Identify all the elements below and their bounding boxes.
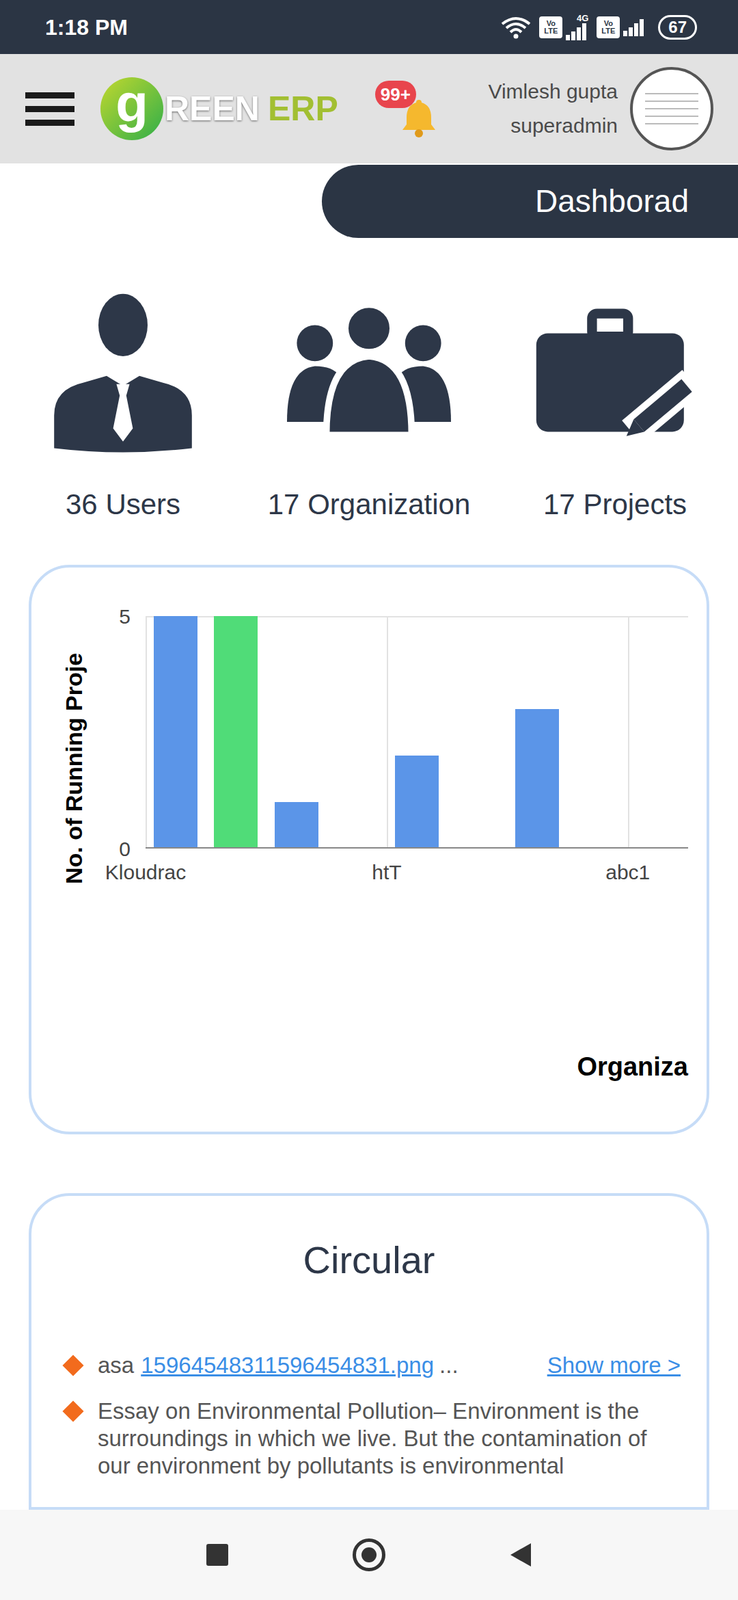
chart-bar[interactable] [515, 708, 559, 849]
circle-icon [361, 1546, 377, 1562]
user-icon [41, 290, 205, 455]
logo-text: REEN [164, 83, 260, 135]
chart-slot [326, 615, 387, 849]
chart-plot: 50 [145, 615, 689, 849]
volte-top: Vo [604, 19, 613, 28]
group-icon [287, 290, 451, 455]
circular-item: asa15964548311596454831.png... Show more … [65, 1350, 681, 1379]
stat-item[interactable]: 17Organization [246, 290, 492, 522]
circular-list: asa15964548311596454831.png... Show more … [31, 1350, 707, 1479]
user-name: Vimlesh gupta [487, 74, 618, 109]
sim-indicator: VoLTE [596, 16, 646, 39]
chart-slot [265, 615, 326, 849]
chart-card: No. of Running Proje50KloudrachtTabc1Org… [28, 564, 710, 1134]
signal-group: 4G [565, 13, 589, 41]
gridline [386, 615, 389, 849]
circular-card: Circular asa15964548311596454831.png... Sh… [28, 1192, 710, 1509]
circular-item: Essay on Environmental Pollution– Enviro… [65, 1396, 681, 1479]
y-tick: 0 [118, 832, 131, 864]
stat-item[interactable]: 36Users [0, 290, 246, 522]
volte-bottom: LTE [543, 27, 558, 35]
circular-title: asa [97, 1350, 134, 1379]
user-info[interactable]: Vimlesh guptasuperadmin [487, 74, 618, 143]
y-axis-title: No. of Running Proje [60, 652, 88, 884]
chart-slot [386, 615, 447, 849]
circular-text: Essay on Environmental Pollution– Enviro… [97, 1396, 681, 1479]
stat-count: 17 [267, 487, 300, 522]
show-more-link[interactable]: Show more > [533, 1350, 681, 1379]
stat-count: 36 [65, 487, 98, 522]
bullet-icon [62, 1353, 84, 1375]
chart-bar[interactable] [213, 615, 258, 849]
signal-icon [622, 18, 646, 37]
logo-suffix: ERP [267, 83, 339, 135]
ellipsis: ... [439, 1350, 459, 1379]
attachment-link[interactable]: 15964548311596454831.png [140, 1350, 434, 1379]
chart-slot [507, 615, 568, 849]
chart-bar[interactable] [394, 755, 439, 849]
logo-mark-letter: g [115, 76, 149, 141]
stat-item[interactable]: 17Projects [492, 290, 738, 522]
square-icon [206, 1542, 229, 1565]
bullet-icon [62, 1399, 84, 1421]
home-button[interactable] [352, 1537, 386, 1571]
battery-indicator: 67 [658, 15, 697, 40]
chart-bar[interactable] [153, 615, 198, 849]
battery-level: 67 [668, 19, 687, 36]
x-axis-label: Kloudrac [105, 856, 186, 887]
sim-indicator: VoLTE 4G [539, 13, 589, 41]
briefcase-icon [533, 290, 697, 455]
stat-label: Organization [307, 487, 471, 522]
signal-icon [565, 22, 589, 41]
chart-bar[interactable] [274, 801, 319, 849]
signal-group [622, 18, 646, 37]
notification-count: 99+ [380, 85, 411, 104]
chart-slot [567, 615, 628, 849]
notification-badge: 99+ [375, 80, 417, 108]
stat-count: 17 [543, 487, 576, 522]
app-header: g REENERP 99+ Vimlesh guptasuperadmin [0, 53, 738, 164]
chart-slot [205, 615, 266, 849]
chart-slot [627, 615, 689, 849]
triangle-icon [509, 1540, 533, 1567]
logo-mark: g [100, 77, 164, 141]
clock: 1:18 PM [45, 10, 128, 44]
menu-icon[interactable] [25, 92, 75, 126]
gridline [145, 615, 147, 849]
back-button[interactable] [504, 1537, 538, 1571]
app-screen: 1:18 PMVoLTE4GVoLTE67gREENERP99+Vimlesh … [0, 0, 738, 1599]
circular-heading: Circular [303, 1237, 436, 1281]
stats-row: 36Users17Organization17Projects [0, 290, 738, 522]
stat-label: Users [105, 487, 181, 522]
x-axis-label: htT [371, 856, 402, 887]
avatar[interactable] [630, 66, 714, 151]
volte-top: Vo [546, 19, 556, 28]
page-title: Dashborad [535, 177, 689, 225]
recents-button[interactable] [200, 1537, 234, 1571]
x-axis-label: abc1 [605, 856, 650, 887]
notifications-button[interactable]: 99+ [375, 77, 444, 140]
y-tick: 5 [118, 600, 131, 632]
stat-label: Projects [582, 487, 687, 522]
page-title-tab: Dashborad [321, 164, 738, 238]
gridline [627, 615, 630, 849]
system-nav-bar [0, 1508, 738, 1599]
network-type: 4G [576, 13, 589, 23]
main-content: Dashborad36Users17Organization17Projects… [0, 163, 738, 1509]
chart-slot [145, 615, 206, 849]
chart-slot [446, 615, 508, 849]
volte-badge: VoLTE [539, 16, 563, 39]
status-icons: VoLTE4GVoLTE67 [500, 13, 697, 41]
wifi-icon [500, 15, 531, 39]
volte-badge: VoLTE [596, 16, 620, 39]
status-bar: 1:18 PMVoLTE4GVoLTE67 [0, 0, 738, 54]
user-role: superadmin [510, 108, 618, 143]
app-logo[interactable]: g REENERP [100, 77, 339, 141]
volte-bottom: LTE [601, 27, 615, 35]
x-axis-title: Organiza [576, 1046, 689, 1086]
